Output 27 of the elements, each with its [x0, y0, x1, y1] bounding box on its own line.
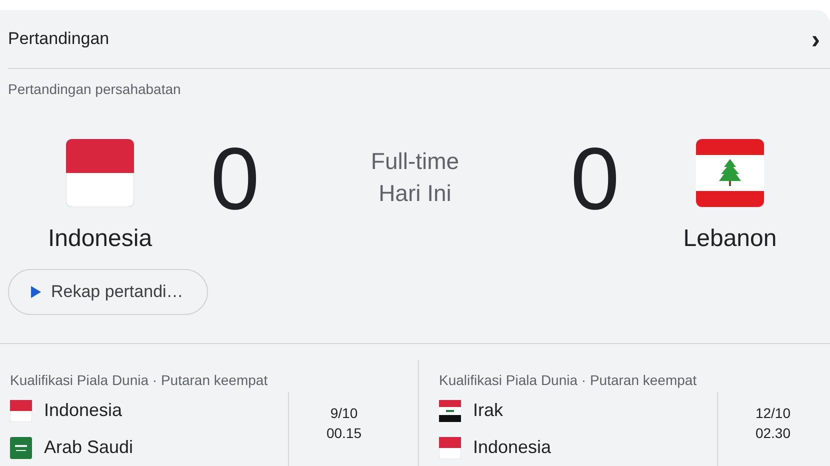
score: 0: [570, 135, 620, 223]
match-time: 00.15: [326, 424, 362, 443]
competition-label: Kualifikasi Piala Dunia · Putaran keempat: [10, 372, 269, 388]
competition-label: Kualifikasi Piala Dunia · Putaran keempat: [439, 372, 698, 388]
recap-button[interactable]: Rekap pertandi…: [8, 269, 208, 315]
team-name: Indonesia: [44, 400, 122, 421]
team-name: Lebanon: [683, 225, 777, 253]
flag-icon: [696, 139, 764, 207]
competition-label: Pertandingan persahabatan: [7, 80, 182, 99]
match-date: 12/10: [755, 404, 791, 423]
team-name: Indonesia: [473, 437, 552, 458]
match-status: Full-time: [370, 147, 460, 176]
flag-icon: [439, 400, 461, 422]
section-title: Pertandingan: [8, 29, 110, 49]
flag-icon: [10, 436, 32, 458]
flag-icon: [439, 436, 461, 458]
chevron-icon[interactable]: ›: [811, 26, 820, 52]
flag-icon: [10, 400, 32, 422]
score: 0: [210, 135, 260, 223]
team-name: Irak: [473, 400, 504, 421]
team-name: Indonesia: [48, 225, 152, 253]
play-icon: [31, 286, 41, 298]
match-day: Hari Ini: [378, 177, 452, 210]
team-name: Arab Saudi: [44, 437, 134, 458]
flag-icon: [66, 139, 134, 207]
match-date: 9/10: [330, 404, 358, 423]
match-time: 02.30: [755, 424, 791, 443]
